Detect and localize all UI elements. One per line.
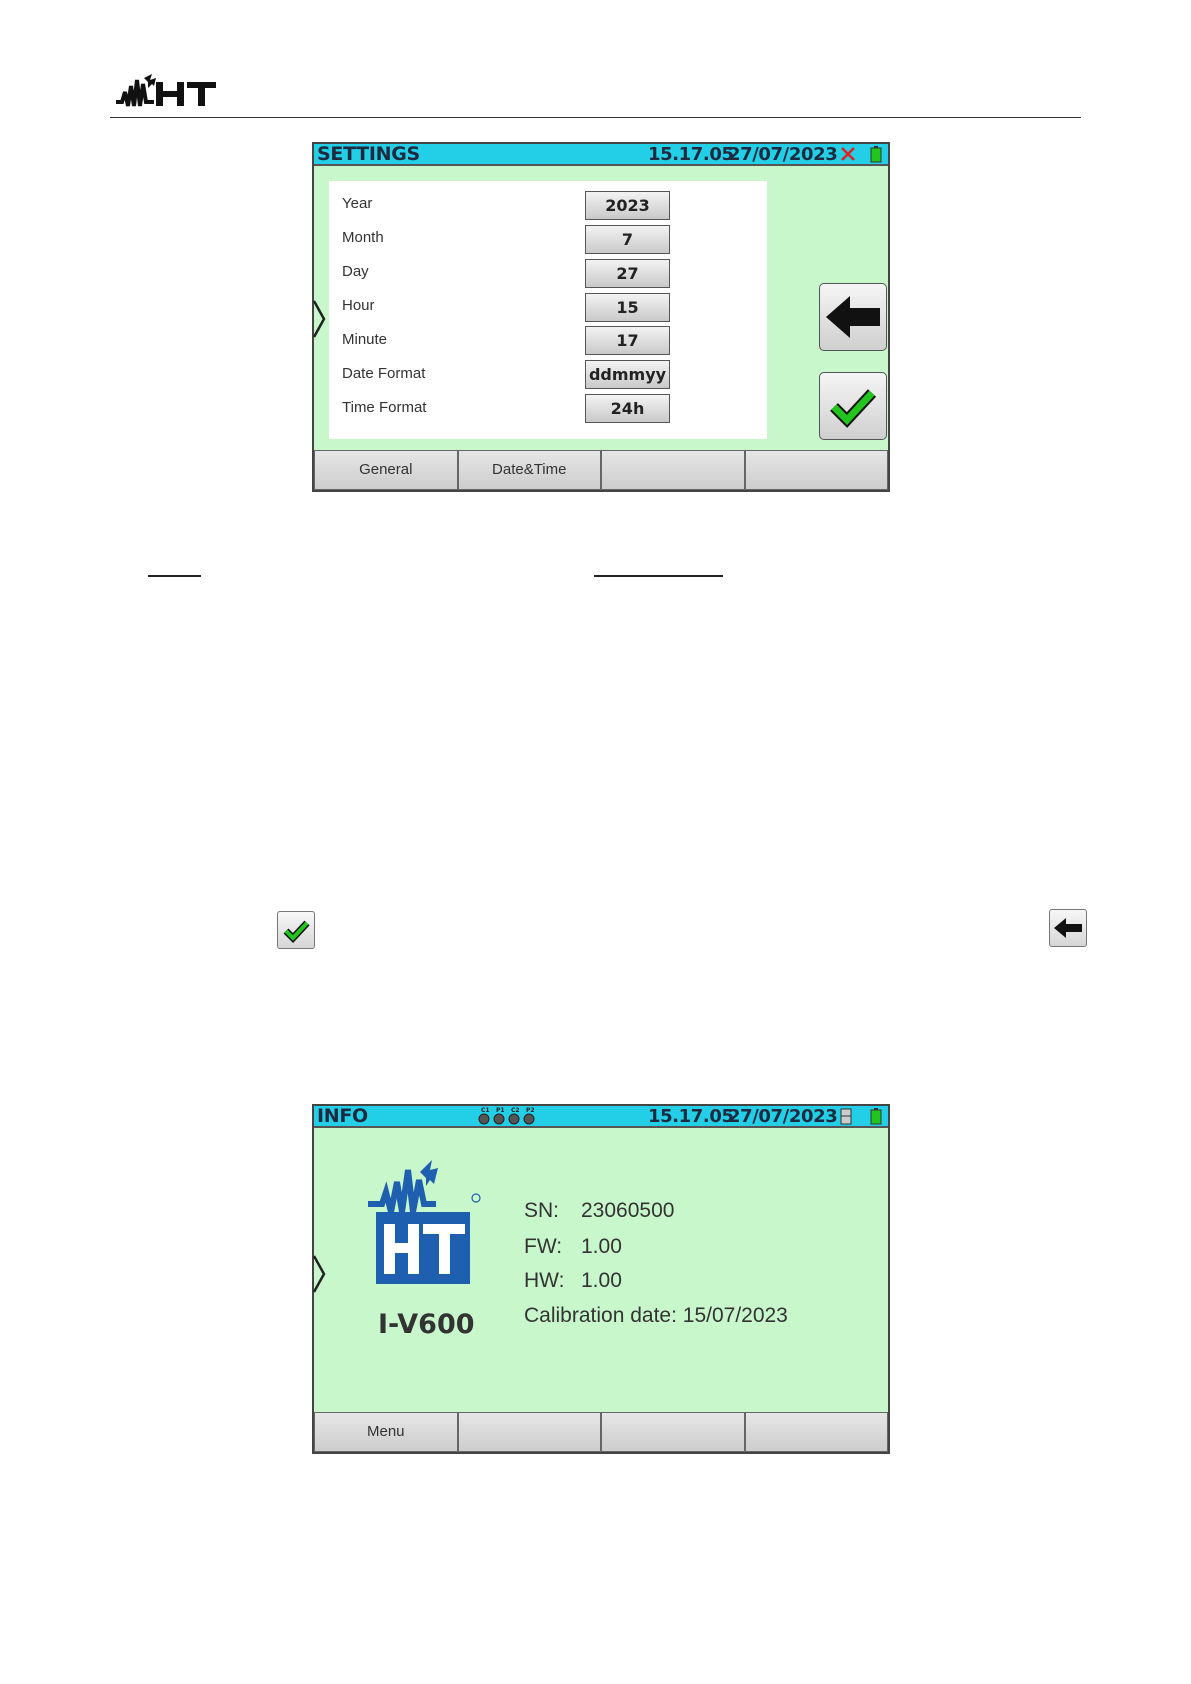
clock-date: 27/07/2023 bbox=[728, 1106, 838, 1127]
check-icon bbox=[830, 389, 877, 428]
fw-value: 1.00 bbox=[581, 1235, 622, 1258]
confirm-check-icon bbox=[277, 911, 315, 949]
tab-empty-3[interactable] bbox=[601, 1412, 745, 1452]
field-label-date-format: Date Format bbox=[342, 365, 426, 382]
time-format-field[interactable]: 24h bbox=[585, 394, 670, 423]
clock-time: 15.17.05 bbox=[648, 144, 734, 165]
fw-label: FW: bbox=[524, 1235, 563, 1258]
confirm-button[interactable] bbox=[819, 372, 887, 440]
clock-time: 15.17.05 bbox=[648, 1106, 734, 1127]
clock-date: 27/07/2023 bbox=[728, 144, 838, 165]
hw-label: HW: bbox=[524, 1269, 565, 1292]
info-tab-bar: Menu bbox=[314, 1412, 888, 1452]
sn-value: 23060500 bbox=[581, 1199, 675, 1222]
month-field[interactable]: 7 bbox=[585, 225, 670, 254]
settings-screen: SETTINGS 15.17.05 27/07/2023 Year Month … bbox=[312, 142, 890, 492]
tab-empty-2[interactable] bbox=[457, 1412, 601, 1452]
sn-label: SN: bbox=[524, 1199, 560, 1222]
battery-icon bbox=[870, 1108, 882, 1125]
underline-mark bbox=[594, 575, 723, 577]
hw-value: 1.00 bbox=[581, 1269, 622, 1292]
settings-title-bar: SETTINGS 15.17.05 27/07/2023 bbox=[314, 144, 888, 166]
day-field[interactable]: 27 bbox=[585, 259, 670, 288]
back-button[interactable] bbox=[819, 283, 887, 351]
tab-empty-3[interactable] bbox=[601, 450, 745, 490]
tab-general[interactable]: General bbox=[314, 450, 458, 490]
settings-tab-bar: General Date&Time bbox=[314, 450, 888, 490]
probe-label-c2: C2 bbox=[511, 1107, 520, 1114]
field-label-year: Year bbox=[342, 195, 373, 212]
tab-date-time[interactable]: Date&Time bbox=[457, 450, 601, 490]
field-label-month: Month bbox=[342, 229, 384, 246]
battery-icon bbox=[870, 146, 882, 163]
side-expand-icon[interactable] bbox=[312, 1254, 326, 1294]
tab-menu[interactable]: Menu bbox=[314, 1412, 458, 1452]
hour-field[interactable]: 15 bbox=[585, 293, 670, 322]
back-arrow-icon bbox=[1049, 909, 1087, 947]
model-name: I-V600 bbox=[378, 1309, 475, 1340]
ht-logo-icon bbox=[114, 72, 218, 114]
minute-field[interactable]: 17 bbox=[585, 326, 670, 355]
screen-title: SETTINGS bbox=[317, 143, 420, 165]
calibration-date: Calibration date: 15/07/2023 bbox=[524, 1304, 788, 1327]
probe-label-p2: P2 bbox=[526, 1107, 535, 1114]
tab-empty-4[interactable] bbox=[744, 1412, 888, 1452]
info-title-bar: INFO C1 P1 C2 P2 15.17.05 27/07/2023 bbox=[314, 1106, 888, 1128]
probe-label-c1: C1 bbox=[481, 1107, 490, 1114]
screen-title: INFO bbox=[317, 1105, 368, 1127]
info-screen: INFO C1 P1 C2 P2 15.17.05 27/07/2023 I-V… bbox=[312, 1104, 890, 1454]
field-label-day: Day bbox=[342, 263, 369, 280]
memory-icon bbox=[840, 1108, 852, 1125]
probe-indicator-icon: C1 P1 C2 P2 bbox=[478, 1106, 538, 1126]
date-time-panel: Year Month Day Hour Minute Date Format T… bbox=[329, 181, 767, 439]
probe-label-p1: P1 bbox=[496, 1107, 505, 1114]
ht-brand-logo bbox=[366, 1160, 484, 1288]
side-expand-icon[interactable] bbox=[312, 299, 326, 339]
field-label-time-format: Time Format bbox=[342, 399, 427, 416]
header-divider bbox=[110, 117, 1081, 118]
field-label-hour: Hour bbox=[342, 297, 375, 314]
year-field[interactable]: 2023 bbox=[585, 191, 670, 220]
field-label-minute: Minute bbox=[342, 331, 388, 348]
tab-empty-4[interactable] bbox=[744, 450, 888, 490]
back-arrow-icon bbox=[826, 296, 880, 338]
close-icon[interactable] bbox=[840, 146, 856, 162]
date-format-field[interactable]: ddmmyy bbox=[585, 360, 670, 389]
underline-mark bbox=[148, 575, 201, 577]
